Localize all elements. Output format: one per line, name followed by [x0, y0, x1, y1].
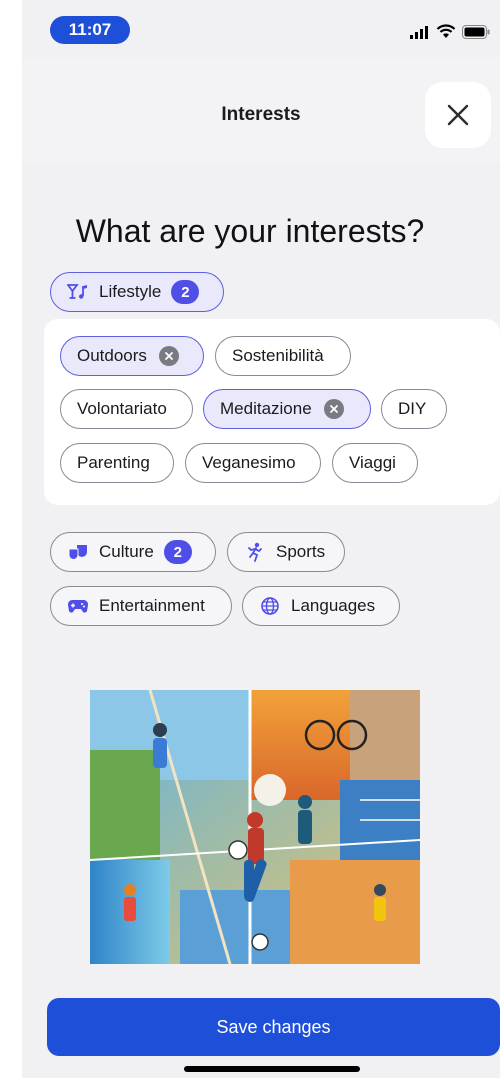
option-label-outdoors: Outdoors — [77, 346, 147, 365]
option-label-sostenibilita: Sostenibilità — [232, 346, 324, 365]
close-button[interactable] — [425, 82, 491, 148]
option-chip-sostenibilita[interactable]: Sostenibilità — [215, 336, 351, 376]
running-person-icon — [244, 541, 266, 563]
option-label-viaggi: Viaggi — [349, 453, 396, 472]
option-label-volontariato: Volontariato — [77, 399, 167, 418]
status-icons — [410, 24, 490, 39]
close-icon — [447, 104, 469, 126]
option-chip-veganesimo[interactable]: Veganesimo — [185, 443, 321, 483]
option-chip-viaggi[interactable]: Viaggi — [332, 443, 418, 483]
option-label-parenting: Parenting — [77, 453, 150, 472]
category-chip-lifestyle[interactable]: Lifestyle 2 — [50, 272, 224, 312]
category-count-badge-lifestyle: 2 — [171, 280, 200, 304]
status-time: 11:07 — [50, 16, 130, 44]
battery-icon — [462, 24, 490, 39]
save-changes-button[interactable]: Save changes — [47, 998, 500, 1056]
category-label-culture: Culture — [99, 542, 154, 561]
category-label-sports: Sports — [276, 542, 326, 561]
home-indicator — [184, 1066, 360, 1072]
signal-icon — [410, 25, 428, 39]
interests-heading: What are your interests? — [75, 213, 425, 249]
category-chip-sports[interactable]: Sports — [227, 532, 345, 572]
remove-meditazione-icon[interactable] — [323, 399, 344, 419]
option-label-meditazione: Meditazione — [220, 399, 312, 418]
category-label-lifestyle: Lifestyle — [99, 282, 162, 301]
wifi-icon — [436, 24, 456, 38]
category-chip-entertainment[interactable]: Entertainment — [50, 586, 232, 626]
sports-collage-illustration — [90, 690, 420, 964]
remove-outdoors-icon[interactable] — [158, 346, 179, 366]
theater-masks-icon — [67, 541, 89, 563]
option-chip-meditazione[interactable]: Meditazione — [203, 389, 371, 429]
option-label-veganesimo: Veganesimo — [202, 453, 296, 472]
status-bar: 11:07 — [22, 0, 500, 58]
option-chip-diy[interactable]: DIY — [381, 389, 447, 429]
option-chip-parenting[interactable]: Parenting — [60, 443, 174, 483]
cocktail-music-icon — [67, 281, 89, 303]
category-label-entertainment: Entertainment — [99, 596, 205, 615]
gamepad-icon — [67, 595, 89, 617]
option-label-diy: DIY — [398, 399, 427, 418]
option-chip-volontariato[interactable]: Volontariato — [60, 389, 193, 429]
globe-icon — [259, 595, 281, 617]
category-label-languages: Languages — [291, 596, 376, 615]
category-chip-culture[interactable]: Culture 2 — [50, 532, 216, 572]
nav-header: Interests — [22, 58, 500, 164]
option-chip-outdoors[interactable]: Outdoors — [60, 336, 204, 376]
category-count-badge-culture: 2 — [163, 540, 192, 564]
category-chip-languages[interactable]: Languages — [242, 586, 400, 626]
